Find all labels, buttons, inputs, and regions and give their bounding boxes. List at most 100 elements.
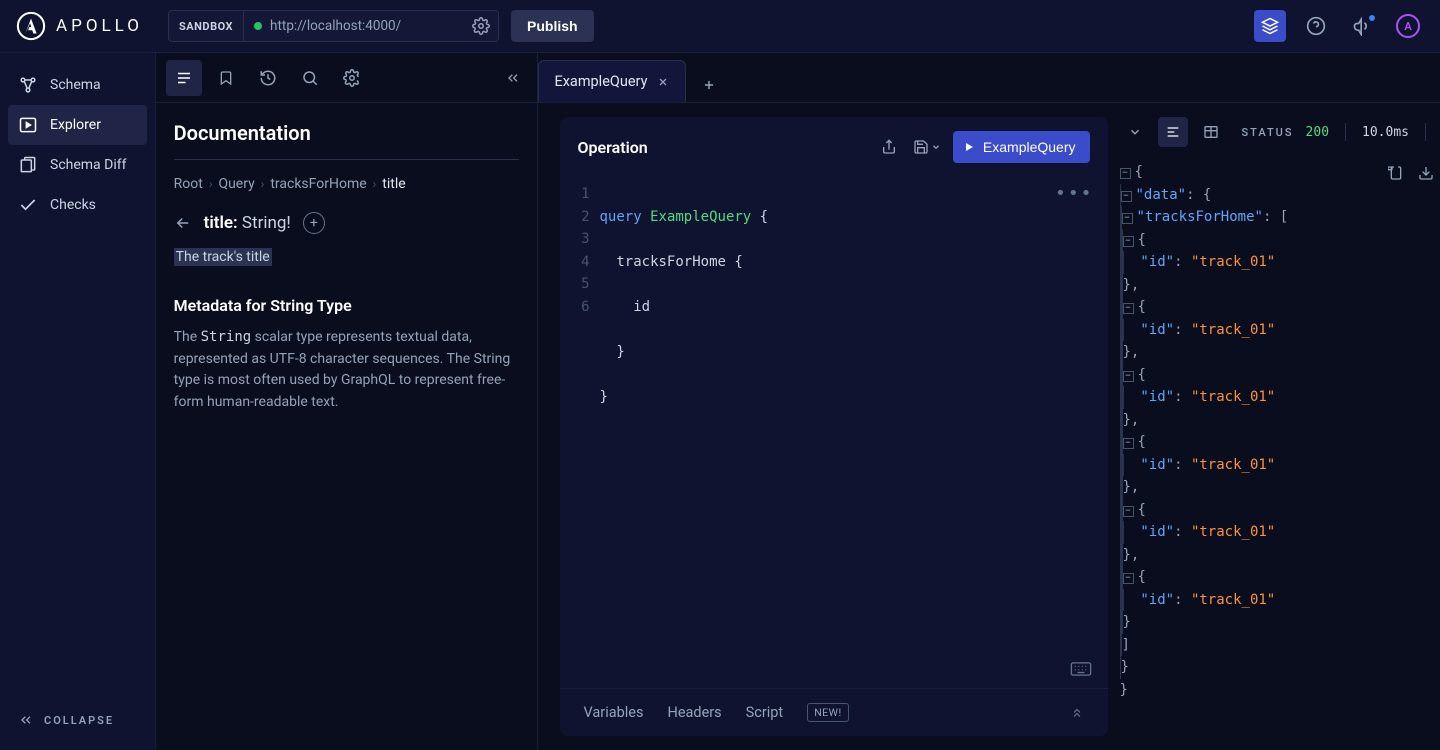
download-icon	[1418, 165, 1434, 181]
docs-view-button[interactable]	[166, 60, 202, 96]
run-operation-button[interactable]: ExampleQuery	[953, 131, 1090, 163]
account-menu[interactable]: A	[1392, 10, 1424, 42]
response-table-view-button[interactable]	[1196, 117, 1226, 147]
play-square-icon	[18, 115, 38, 135]
copy-response-button[interactable]	[1388, 165, 1404, 181]
new-badge: NEW!	[807, 703, 848, 722]
bookmark-button[interactable]	[208, 60, 244, 96]
publish-button[interactable]: Publish	[511, 10, 594, 42]
docs-settings-button[interactable]	[334, 60, 370, 96]
clipboard-icon	[1388, 165, 1404, 181]
sidebar-item-explorer[interactable]: Explorer	[8, 105, 147, 145]
code-token: {	[751, 209, 768, 225]
tabs-row: ExampleQuery	[538, 53, 1440, 103]
collapse-docs-button[interactable]	[499, 64, 527, 92]
fold-toggle[interactable]: −	[1123, 303, 1134, 314]
tab-script[interactable]: Script	[746, 704, 784, 721]
fold-toggle[interactable]: −	[1123, 506, 1134, 517]
chevron-right-icon: ›	[373, 177, 377, 191]
chevrons-left-icon	[18, 712, 34, 728]
sidebar-item-schema-diff[interactable]: Schema Diff	[8, 145, 147, 185]
expand-bottom-button[interactable]	[1070, 706, 1084, 720]
line-number: 3	[560, 228, 590, 251]
close-tab-button[interactable]	[657, 76, 669, 88]
response-column: STATUS 200 10.0ms −{−"dat	[1108, 103, 1440, 750]
avatar: A	[1396, 14, 1420, 38]
code-line: }	[600, 386, 769, 409]
divider	[1425, 123, 1426, 141]
fold-toggle[interactable]: −	[1121, 191, 1132, 202]
run-label: ExampleQuery	[983, 139, 1076, 155]
topbar-right: A	[1254, 10, 1424, 42]
line-number: 1	[560, 183, 590, 206]
sidebar-item-checks[interactable]: Checks	[8, 185, 147, 225]
editor-more-button[interactable]: •••	[1055, 183, 1094, 206]
operation-column: Operation ExampleQuery	[538, 103, 1108, 750]
help-button[interactable]	[1300, 10, 1332, 42]
status-label: STATUS	[1242, 126, 1294, 139]
field-name: title:	[204, 213, 238, 233]
field-type: String!	[242, 213, 291, 233]
keyboard-icon	[1070, 662, 1092, 676]
breadcrumb-item: title	[382, 176, 405, 192]
fold-toggle[interactable]: −	[1122, 213, 1133, 224]
metadata-code: String	[201, 329, 252, 345]
url-input[interactable]: http://localhost:4000/	[244, 18, 464, 34]
studio-button[interactable]	[1254, 10, 1286, 42]
editor-gutter: 1 2 3 4 5 6	[560, 177, 600, 688]
docs-panel: Documentation Root › Query › tracksForHo…	[156, 53, 538, 750]
metadata-heading: Metadata for String Type	[174, 296, 519, 315]
share-icon	[881, 139, 897, 155]
tab-headers[interactable]: Headers	[667, 704, 721, 721]
collapse-sidebar-button[interactable]: COLLAPSE	[8, 702, 147, 738]
line-number: 4	[560, 251, 590, 274]
url-box: SANDBOX http://localhost:4000/	[168, 10, 499, 42]
announcements-button[interactable]	[1346, 10, 1378, 42]
endpoint-url: http://localhost:4000/	[270, 18, 401, 34]
code-line: tracksForHome {	[600, 251, 769, 274]
code-line: }	[600, 341, 769, 364]
fold-toggle[interactable]: −	[1120, 168, 1131, 179]
breadcrumb-item[interactable]: Query	[218, 176, 254, 192]
response-view-dropdown[interactable]	[1120, 117, 1150, 147]
tab-variables[interactable]: Variables	[584, 704, 644, 721]
keyboard-shortcuts-button[interactable]	[1070, 662, 1092, 676]
operation-title: Operation	[578, 138, 648, 157]
layers-icon	[1261, 17, 1279, 35]
add-tab-button[interactable]	[686, 68, 732, 102]
code-token: ExampleQuery	[650, 209, 751, 225]
download-response-button[interactable]	[1418, 165, 1434, 181]
back-button[interactable]	[174, 214, 192, 232]
collapse-label: COLLAPSE	[44, 714, 114, 727]
operation-editor[interactable]: ••• 1 2 3 4 5 6 query ExampleQuery { tra…	[560, 177, 1108, 688]
endpoint-settings-button[interactable]	[464, 17, 498, 35]
history-button[interactable]	[250, 60, 286, 96]
add-field-button[interactable]: +	[303, 212, 325, 234]
fold-toggle[interactable]: −	[1123, 371, 1134, 382]
docs-body: Documentation Root › Query › tracksForHo…	[156, 103, 537, 432]
save-icon	[913, 139, 929, 155]
line-number: 6	[560, 296, 590, 319]
work-area: ExampleQuery Operation	[538, 53, 1440, 750]
save-operation-button[interactable]	[909, 135, 945, 159]
brand-name: APOLLO	[56, 16, 143, 36]
fold-toggle[interactable]: −	[1123, 236, 1134, 247]
sidebar-item-schema[interactable]: Schema	[8, 65, 147, 105]
search-docs-button[interactable]	[292, 60, 328, 96]
tab-label: ExampleQuery	[555, 73, 648, 90]
share-button[interactable]	[877, 135, 901, 159]
breadcrumb-item[interactable]: Root	[174, 176, 203, 192]
fold-toggle[interactable]: −	[1123, 438, 1134, 449]
response-body[interactable]: −{−"data": {−"tracksForHome": [−{ "id": …	[1120, 161, 1440, 736]
response-json-view-button[interactable]	[1158, 117, 1188, 147]
sidebar-item-label: Explorer	[50, 117, 101, 133]
apollo-logo-icon	[16, 11, 46, 41]
breadcrumb-item[interactable]: tracksForHome	[270, 176, 366, 192]
fold-toggle[interactable]: −	[1123, 573, 1134, 584]
metadata-text: The	[174, 329, 201, 345]
history-icon	[259, 69, 277, 87]
code-token: query	[600, 209, 642, 225]
tab-example-query[interactable]: ExampleQuery	[538, 60, 687, 102]
table-icon	[1203, 124, 1219, 140]
operation-panel: Operation ExampleQuery	[560, 117, 1108, 736]
